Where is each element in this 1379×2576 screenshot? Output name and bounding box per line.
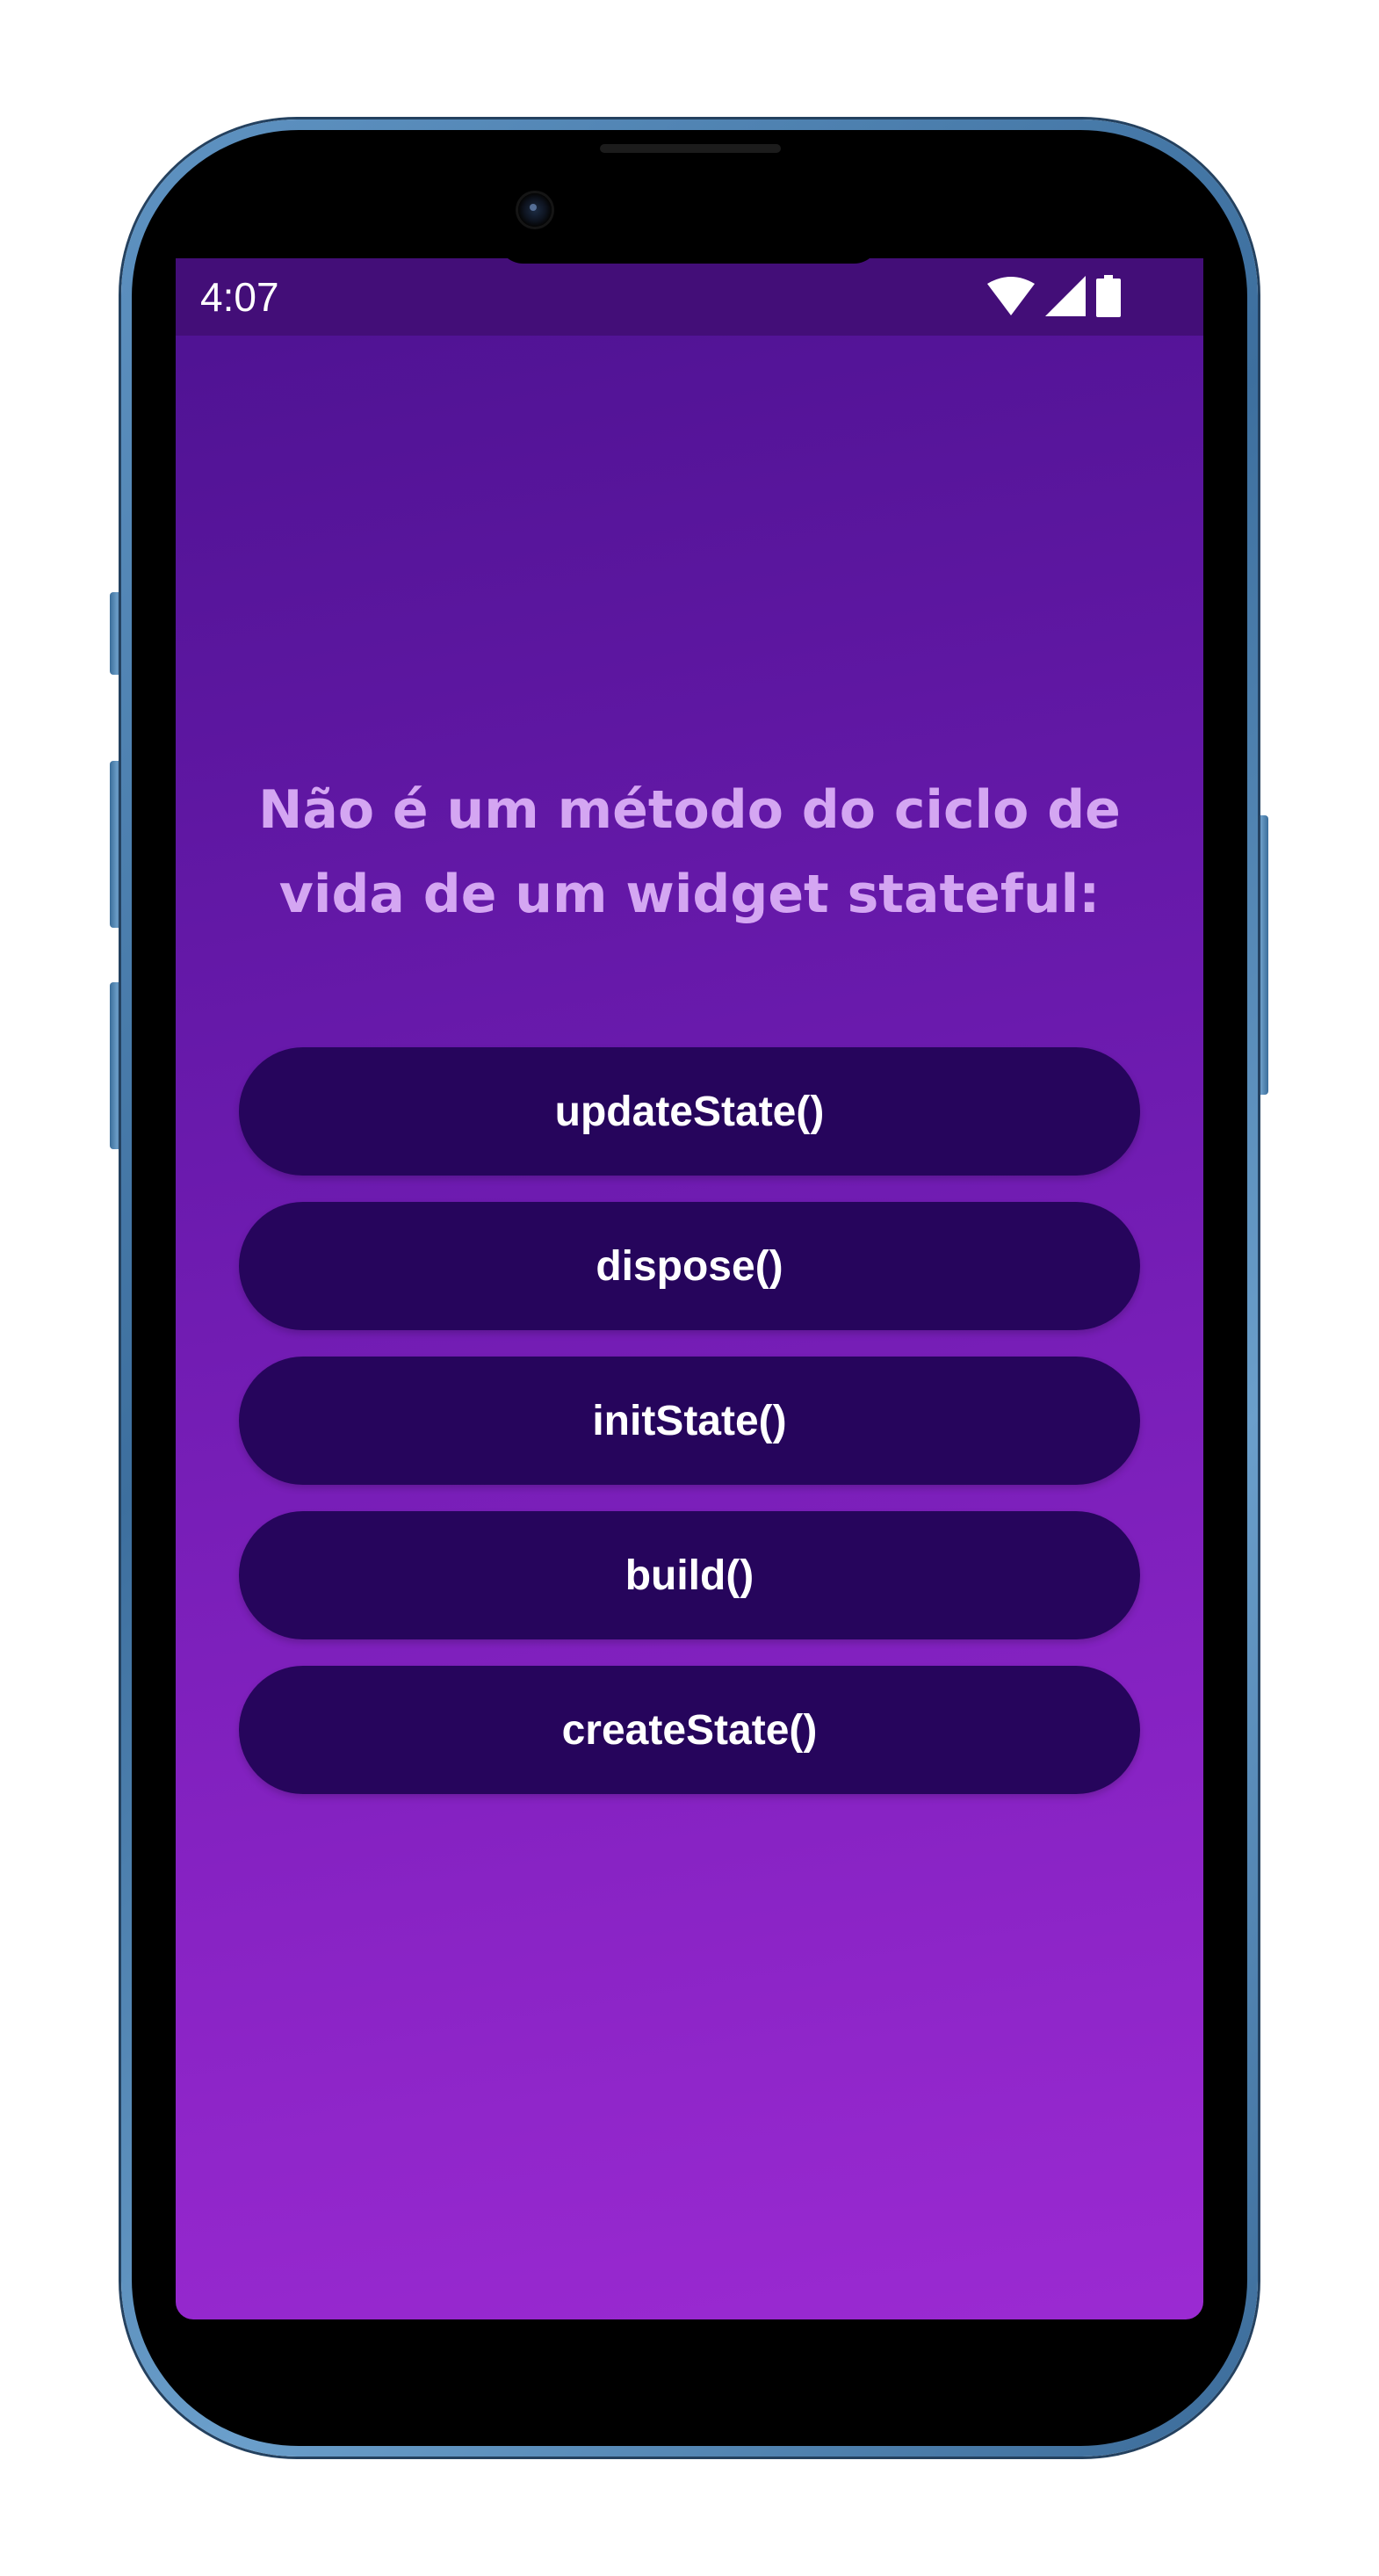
- answer-button-create-state[interactable]: createState(): [239, 1666, 1140, 1794]
- front-camera-icon: [518, 193, 552, 227]
- status-time: 4:07: [200, 274, 279, 320]
- answer-button-build[interactable]: build(): [239, 1511, 1140, 1639]
- battery-icon: [1096, 275, 1121, 317]
- signal-icon: [1045, 276, 1086, 316]
- wifi-icon: [987, 277, 1035, 315]
- app-screen: 4:07 Não é um método do ciclo de vida de…: [176, 258, 1203, 2319]
- device-mockup: 4:07 Não é um método do ciclo de vida de…: [0, 0, 1379, 2576]
- answer-button-dispose[interactable]: dispose(): [239, 1202, 1140, 1330]
- answer-list: updateState() dispose() initState() buil…: [239, 1047, 1140, 1820]
- answer-button-init-state[interactable]: initState(): [239, 1357, 1140, 1485]
- status-icons: [987, 274, 1121, 318]
- notch: [497, 237, 880, 264]
- question-text: Não é um método do ciclo de vida de um w…: [258, 779, 1121, 925]
- status-bar: 4:07: [176, 258, 1203, 336]
- earpiece-speaker: [600, 144, 781, 153]
- answer-button-update-state[interactable]: updateState(): [239, 1047, 1140, 1176]
